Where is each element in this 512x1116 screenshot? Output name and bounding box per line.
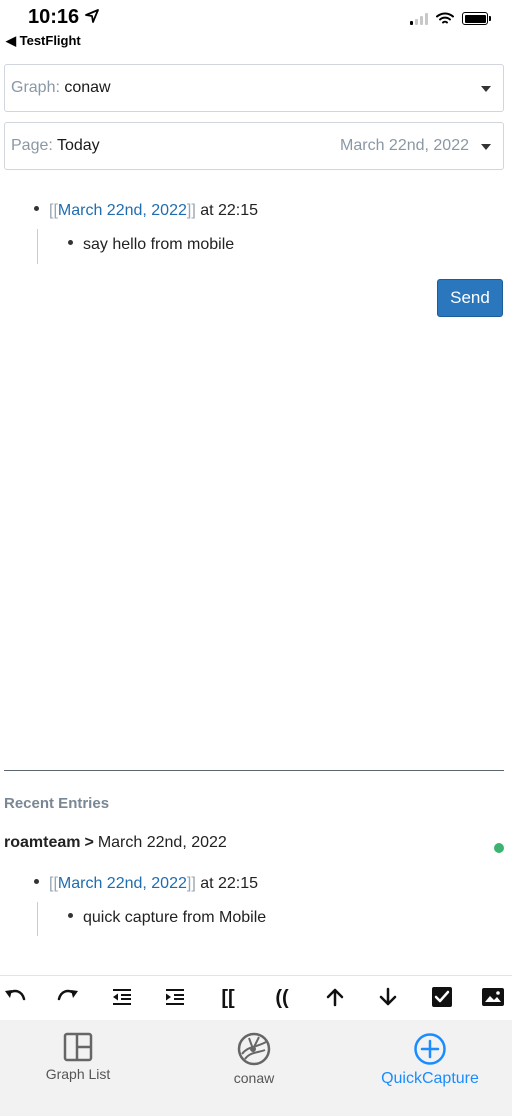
tab-label: conaw [233, 1070, 275, 1086]
bullet-icon [68, 913, 73, 919]
image-icon[interactable] [478, 984, 508, 1012]
tab-graph-conaw[interactable]: conaw [184, 1032, 324, 1086]
plus-circle-icon [414, 1033, 446, 1065]
clock: 10:16 [28, 6, 80, 28]
tab-label: QuickCapture [381, 1070, 479, 1087]
page-ref-icon[interactable]: [[ [213, 984, 243, 1012]
divider [4, 770, 504, 771]
breadcrumb-graph: roamteam [4, 834, 81, 851]
graph-select-label: Graph: conaw [11, 79, 111, 96]
bottom-tab-bar: Graph List conaw QuickCapture [0, 1020, 512, 1116]
indent-icon[interactable] [160, 984, 190, 1012]
tab-label: Graph List [45, 1066, 111, 1082]
bullet-icon [34, 206, 39, 212]
breadcrumb: roamteam > March 22nd, 2022 [4, 834, 227, 852]
chevron-right-icon: > [84, 834, 94, 851]
page-select-date: March 22nd, 2022 [340, 137, 469, 154]
undo-icon[interactable] [0, 984, 30, 1012]
back-to-testflight[interactable]: ◀ TestFlight [6, 33, 81, 49]
chevron-down-icon [481, 144, 491, 150]
page-select-label: Page: Today [11, 137, 100, 154]
tab-quickcapture[interactable]: QuickCapture [360, 1032, 500, 1088]
page-select[interactable]: Page: Today March 22nd, 2022 [4, 122, 504, 170]
capture-child-block[interactable]: say hello from mobile [68, 236, 234, 254]
move-down-icon[interactable] [373, 984, 403, 1012]
status-bar: 10:16 ◀ TestFlight [0, 0, 512, 52]
recent-child-block: quick capture from Mobile [68, 909, 266, 927]
redo-icon[interactable] [53, 984, 83, 1012]
capture-parent-block[interactable]: [[March 22nd, 2022]] at 22:15 [34, 202, 258, 220]
location-arrow-icon [85, 9, 100, 28]
outdent-icon[interactable] [107, 984, 137, 1012]
chevron-down-icon [481, 86, 491, 92]
bullet-icon [68, 240, 73, 246]
breadcrumb-page: March 22nd, 2022 [97, 834, 227, 851]
status-time: 10:16 [28, 6, 100, 29]
block-ref-icon[interactable]: (( [267, 984, 297, 1012]
battery-icon [462, 12, 491, 25]
graph-avatar-icon [237, 1032, 271, 1066]
bullet-icon [34, 879, 39, 885]
sync-status-dot [494, 843, 504, 853]
recent-entries-title: Recent Entries [4, 795, 110, 812]
status-icons [410, 12, 491, 25]
layout-icon [63, 1032, 93, 1062]
recent-parent-block: [[March 22nd, 2022]] at 22:15 [34, 875, 258, 893]
checkbox-icon[interactable] [427, 984, 457, 1012]
move-up-icon[interactable] [320, 984, 350, 1012]
child-indent-line [37, 229, 38, 264]
wifi-icon [436, 12, 454, 24]
send-button[interactable]: Send [437, 279, 503, 317]
editing-toolbar: [[ (( [0, 976, 512, 1020]
graph-select-value: conaw [64, 79, 111, 96]
tab-graph-list[interactable]: Graph List [8, 1032, 148, 1082]
date-page-link[interactable]: March 22nd, 2022 [58, 202, 187, 219]
cellular-signal-icon [410, 12, 428, 25]
child-indent-line [37, 902, 38, 936]
graph-select[interactable]: Graph: conaw [4, 64, 504, 112]
page-select-value: Today [56, 137, 100, 154]
date-page-link[interactable]: March 22nd, 2022 [58, 875, 187, 892]
